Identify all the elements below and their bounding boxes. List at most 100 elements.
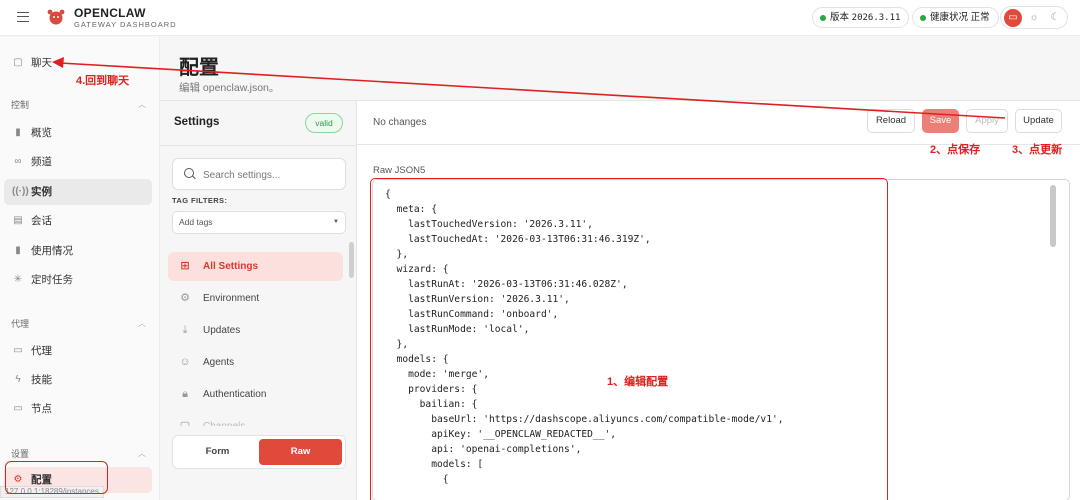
theme-switcher: ▭ ☼ ☾ xyxy=(1000,6,1068,29)
menu-icon[interactable] xyxy=(17,12,29,22)
health-pill: 健康状况 正常 xyxy=(912,7,999,28)
brand-subtitle: GATEWAY DASHBOARD xyxy=(74,20,177,29)
sidebar-item-channels[interactable]: ∞ 频道 xyxy=(4,149,152,175)
health-value: 正常 xyxy=(970,12,990,23)
version-pill: 版本 2026.3.11 xyxy=(812,7,910,28)
annotation-box-editor xyxy=(370,178,888,500)
bolt-icon: ϟ xyxy=(15,374,21,385)
apply-button[interactable]: Apply xyxy=(966,109,1008,133)
sidebar-item-label: 频道 xyxy=(31,156,52,168)
brand-title: OPENCLAW xyxy=(74,6,146,20)
caret-down-icon: ▼ xyxy=(333,219,339,225)
settings-panel: Settings valid TAG FILTERS: Add tags ▼ ⊞… xyxy=(160,101,357,500)
raw-mode-button[interactable]: Raw xyxy=(259,439,342,465)
tag-filters-label: TAG FILTERS: xyxy=(172,196,228,205)
version-value: 2026.3.11 xyxy=(851,13,901,23)
health-label: 健康状况 xyxy=(930,12,969,23)
document-icon: ▤ xyxy=(13,215,23,226)
raw-json5-label: Raw JSON5 xyxy=(373,165,426,176)
tag-select[interactable]: Add tags ▼ xyxy=(172,211,346,234)
sidebar-item-label: 概览 xyxy=(31,127,52,139)
chat-bubble-icon: ▢ xyxy=(179,420,191,426)
gear-icon: ⚙ xyxy=(180,292,190,304)
sidebar-item-label: 使用情况 xyxy=(31,245,73,257)
robot-icon: ☺ xyxy=(179,356,191,368)
category-label: Authentication xyxy=(203,389,267,400)
loader-icon: ✳ xyxy=(13,274,23,285)
moon-icon[interactable]: ☾ xyxy=(1046,9,1064,27)
mode-toggle: Form Raw xyxy=(172,435,346,469)
sun-icon[interactable]: ☼ xyxy=(1025,9,1043,27)
annotation-step3: 3、点更新 xyxy=(1012,144,1063,156)
category-updates[interactable]: ⤓ Updates xyxy=(168,316,343,345)
sidebar-item-usage[interactable]: ▮ 使用情况 xyxy=(4,238,152,264)
search-input[interactable] xyxy=(203,167,341,183)
category-label: All Settings xyxy=(203,261,259,272)
editor-toolbar: No changes Reload Save Apply Update xyxy=(357,101,1080,145)
status-badge: valid xyxy=(305,113,343,133)
category-channels[interactable]: ▢ Channels xyxy=(168,412,343,426)
download-icon: ⤓ xyxy=(182,324,188,336)
bar-chart-icon: ▮ xyxy=(15,127,21,138)
category-label: Environment xyxy=(203,293,260,304)
category-authentication[interactable]: 🔒︎ Authentication xyxy=(168,380,343,409)
lobster-logo-icon xyxy=(47,9,65,25)
sidebar-item-label: 节点 xyxy=(31,403,52,415)
bar-chart-icon: ▮ xyxy=(15,245,21,256)
sidebar-item-label: 定时任务 xyxy=(31,274,73,286)
chevron-up-icon[interactable]: ︿ xyxy=(138,318,146,329)
scrollbar[interactable] xyxy=(349,242,354,278)
sidebar-item-label: 实例 xyxy=(31,186,52,198)
sidebar-item-instances[interactable]: ((·)) 实例 xyxy=(4,179,152,205)
divider xyxy=(160,145,357,146)
sidebar-item-label: 代理 xyxy=(31,345,52,357)
annotation-step4: 4.回到聊天 xyxy=(76,75,130,87)
sidebar-item-sessions[interactable]: ▤ 会话 xyxy=(4,208,152,234)
sidebar-item-nodes[interactable]: ▭ 节点 xyxy=(4,396,152,422)
change-status: No changes xyxy=(373,117,427,128)
link-icon: ∞ xyxy=(14,156,22,167)
reload-button[interactable]: Reload xyxy=(867,109,915,133)
version-label: 版本 xyxy=(830,12,850,23)
category-all-settings[interactable]: ⊞ All Settings xyxy=(168,252,343,281)
category-environment[interactable]: ⚙ Environment xyxy=(168,284,343,313)
update-button[interactable]: Update xyxy=(1015,109,1062,133)
annotation-box-config xyxy=(5,461,108,494)
broadcast-icon: ((·)) xyxy=(12,186,29,197)
search-icon xyxy=(184,168,194,178)
sidebar-item-label: 技能 xyxy=(31,374,52,386)
search-box xyxy=(172,158,346,190)
category-agents[interactable]: ☺ Agents xyxy=(168,348,343,377)
sidebar-item-skills[interactable]: ϟ 技能 xyxy=(4,367,152,393)
tag-select-value: Add tags xyxy=(179,217,213,227)
chevron-up-icon[interactable]: ︿ xyxy=(138,448,146,459)
category-label: Updates xyxy=(203,325,241,336)
chevron-up-icon[interactable]: ︿ xyxy=(138,99,146,110)
status-dot-icon xyxy=(920,15,926,21)
section-header-agents: 代理 xyxy=(11,319,30,329)
top-bar: OPENCLAW GATEWAY DASHBOARD 版本 2026.3.11 … xyxy=(0,0,1080,36)
lock-icon: 🔒︎ xyxy=(182,388,188,400)
sidebar: ▢ 聊天 控制 ︿ ▮ 概览 ∞ 频道 ((·)) 实例 ▤ 会话 ▮ 使用情况… xyxy=(0,37,160,500)
sidebar-item-cron[interactable]: ✳ 定时任务 xyxy=(4,267,152,293)
monitor-icon: ▭ xyxy=(13,403,23,414)
form-mode-button[interactable]: Form xyxy=(176,439,259,465)
page-subtitle: 编辑 openclaw.json。 xyxy=(179,82,280,94)
annotation-step2: 2、点保存 xyxy=(930,144,981,156)
page-title: 配置 xyxy=(179,57,219,79)
annotation-step1: 1、编辑配置 xyxy=(607,376,669,388)
category-label: Agents xyxy=(203,357,235,368)
category-label: Channels xyxy=(203,412,245,426)
monitor-icon[interactable]: ▭ xyxy=(1004,9,1022,27)
status-dot-icon xyxy=(820,15,826,21)
scrollbar[interactable] xyxy=(1050,185,1056,247)
grid-icon: ⊞ xyxy=(180,260,190,272)
section-header-settings: 设置 xyxy=(11,449,30,459)
sidebar-item-label: 会话 xyxy=(31,215,52,227)
sidebar-item-overview[interactable]: ▮ 概览 xyxy=(4,120,152,146)
settings-title: Settings xyxy=(174,116,220,128)
sidebar-item-agents[interactable]: ▭ 代理 xyxy=(4,338,152,364)
chat-bubble-icon: ▢ xyxy=(13,57,23,68)
section-header-control: 控制 xyxy=(11,100,30,110)
save-button[interactable]: Save xyxy=(922,109,959,133)
